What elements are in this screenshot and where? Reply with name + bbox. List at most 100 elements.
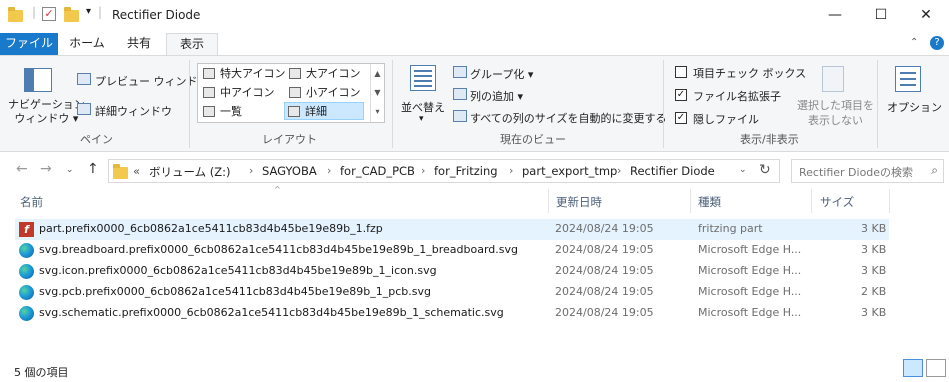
hide-selected-button[interactable]: 選択した項目を 表示しない	[797, 98, 874, 128]
tab-view[interactable]: 表示	[166, 33, 218, 56]
navigation-pane-icon[interactable]	[24, 68, 52, 92]
file-type: Microsoft Edge H...	[698, 306, 802, 319]
table-row[interactable]: f part.prefix0000_6cb0862a1ce5411cb83d4b…	[15, 219, 889, 240]
group-by-button[interactable]: グループ化 ▾	[470, 66, 533, 82]
file-date: 2024/08/24 19:05	[555, 306, 654, 319]
options-icon	[895, 66, 921, 92]
edge-icon	[19, 285, 34, 300]
crumb-separator-icon[interactable]: ›	[421, 164, 425, 177]
window-title: Rectifier Diode	[112, 8, 201, 22]
file-extensions-checkbox[interactable]: ✓	[675, 89, 687, 101]
item-checkboxes-checkbox[interactable]	[675, 66, 687, 78]
close-button[interactable]: ✕	[903, 0, 949, 31]
crumb-for-cad-pcb[interactable]: for_CAD_PCB	[340, 164, 415, 178]
properties-icon[interactable]: ✓	[42, 7, 56, 21]
crumb-for-fritzing[interactable]: for_Fritzing	[434, 164, 498, 178]
back-icon[interactable]: ←	[16, 161, 28, 177]
minimize-button[interactable]: —	[812, 0, 858, 31]
refresh-icon[interactable]: ↻	[759, 162, 771, 178]
crumb-volume[interactable]: ボリューム (Z:)	[149, 164, 231, 180]
crumb-separator-icon[interactable]: ›	[509, 164, 513, 177]
address-dropdown-icon[interactable]: ⌄	[739, 165, 747, 175]
table-row[interactable]: svg.pcb.prefix0000_6cb0862a1ce5411cb83d4…	[15, 282, 889, 303]
layout-large-icons[interactable]: 大アイコン	[286, 65, 360, 83]
tab-home[interactable]: ホーム	[62, 33, 112, 55]
column-divider[interactable]	[889, 189, 890, 213]
layout-gallery: 特大アイコン 大アイコン 中アイコン 小アイコン 一覧 詳細 ▲ ▼ ▾	[197, 63, 385, 123]
add-column-button[interactable]: 列の追加 ▾	[470, 88, 523, 104]
crumb-separator-icon[interactable]: ›	[249, 164, 253, 177]
column-date[interactable]: 更新日時	[556, 194, 602, 210]
customize-toolbar-icon[interactable]: ▾	[86, 6, 91, 17]
help-icon[interactable]: ?	[930, 36, 944, 50]
options-button[interactable]: オプション	[887, 99, 942, 115]
layout-details[interactable]: 詳細	[284, 102, 364, 120]
table-row[interactable]: svg.breadboard.prefix0000_6cb0862a1ce541…	[15, 240, 889, 261]
maximize-button[interactable]: ☐	[858, 0, 904, 31]
column-divider[interactable]	[548, 189, 549, 213]
layout-small-icons[interactable]: 小アイコン	[286, 84, 360, 102]
recent-locations-icon[interactable]: ⌄	[66, 165, 74, 175]
file-date: 2024/08/24 19:05	[555, 285, 654, 298]
file-size: 2 KB	[861, 285, 887, 298]
column-size[interactable]: サイズ	[820, 194, 854, 210]
navigation-bar: ← → ⌄ ↑ « ボリューム (Z:) › SAGYOBA › for_CAD…	[0, 156, 949, 186]
up-icon[interactable]: ↑	[87, 161, 99, 177]
file-type: Microsoft Edge H...	[698, 243, 802, 256]
ribbon-tabs: ファイル ホーム 共有 表示 ⌃ ?	[0, 33, 949, 56]
layout-medium-icons[interactable]: 中アイコン	[200, 84, 274, 102]
file-type: Microsoft Edge H...	[698, 285, 802, 298]
group-label-layout: レイアウト	[262, 133, 317, 146]
gallery-scroll[interactable]: ▲ ▼ ▾	[370, 64, 384, 122]
sort-button[interactable]: 並べ替え	[401, 99, 445, 115]
column-name[interactable]: 名前	[20, 194, 43, 210]
file-size: 3 KB	[861, 264, 887, 277]
forward-icon[interactable]: →	[40, 161, 52, 177]
sort-icon[interactable]	[410, 65, 436, 91]
details-icon	[288, 106, 300, 117]
sort-indicator-icon: ^	[274, 185, 281, 194]
details-pane-button[interactable]: 詳細ウィンドウ	[95, 103, 172, 119]
crumb-part-export-tmp[interactable]: part_export_tmp	[522, 164, 617, 178]
preview-pane-button[interactable]: プレビュー ウィンドウ	[95, 73, 209, 89]
table-row[interactable]: svg.schematic.prefix0000_6cb0862a1ce5411…	[15, 303, 889, 324]
file-type: Microsoft Edge H...	[698, 264, 802, 277]
column-divider[interactable]	[690, 189, 691, 213]
fit-columns-button[interactable]: すべての列のサイズを自動的に変更する	[470, 110, 666, 126]
medium-icons-icon	[203, 87, 215, 98]
layout-list[interactable]: 一覧	[200, 103, 242, 121]
table-row[interactable]: svg.icon.prefix0000_6cb0862a1ce5411cb83d…	[15, 261, 889, 282]
search-icon[interactable]: ⌕	[931, 163, 938, 178]
overflow-crumb[interactable]: «	[133, 164, 140, 178]
file-size: 3 KB	[861, 306, 887, 319]
separator: |	[98, 5, 103, 19]
sort-dropdown-icon[interactable]: ▾	[419, 114, 424, 124]
file-extensions-label: ファイル名拡張子	[693, 90, 781, 103]
separator: |	[32, 5, 37, 19]
collapse-ribbon-icon[interactable]: ⌃	[910, 37, 918, 48]
fritzing-icon: f	[19, 222, 34, 237]
crumb-rectifier-diode[interactable]: Rectifier Diode	[630, 164, 715, 178]
edge-icon	[19, 306, 34, 321]
layout-extra-large-icons[interactable]: 特大アイコン	[200, 65, 285, 83]
hidden-files-checkbox[interactable]: ✓	[675, 112, 687, 124]
column-divider[interactable]	[811, 189, 812, 213]
details-view-icon[interactable]	[903, 359, 923, 377]
large-icons-view-icon[interactable]	[926, 359, 946, 377]
file-date: 2024/08/24 19:05	[555, 264, 654, 277]
navigation-pane-button[interactable]: ナビゲーション ウィンドウ ▾	[8, 98, 85, 126]
new-folder-icon[interactable]	[64, 7, 79, 22]
tab-file[interactable]: ファイル	[0, 33, 58, 55]
ribbon: ナビゲーション ウィンドウ ▾ プレビュー ウィンドウ 詳細ウィンドウ ペイン …	[0, 55, 949, 152]
crumb-sagyoba[interactable]: SAGYOBA	[262, 164, 317, 178]
search-box[interactable]: Rectifier Diodeの検索 ⌕	[791, 159, 944, 183]
large-icons-icon	[289, 68, 301, 79]
file-name: part.prefix0000_6cb0862a1ce5411cb83d4b45…	[39, 222, 383, 235]
crumb-separator-icon[interactable]: ›	[617, 164, 621, 177]
column-type[interactable]: 種類	[698, 194, 721, 210]
tab-share[interactable]: 共有	[116, 33, 162, 55]
crumb-separator-icon[interactable]: ›	[327, 164, 331, 177]
address-bar[interactable]: « ボリューム (Z:) › SAGYOBA › for_CAD_PCB › f…	[108, 159, 780, 183]
divider	[663, 60, 664, 148]
file-size: 3 KB	[861, 243, 887, 256]
